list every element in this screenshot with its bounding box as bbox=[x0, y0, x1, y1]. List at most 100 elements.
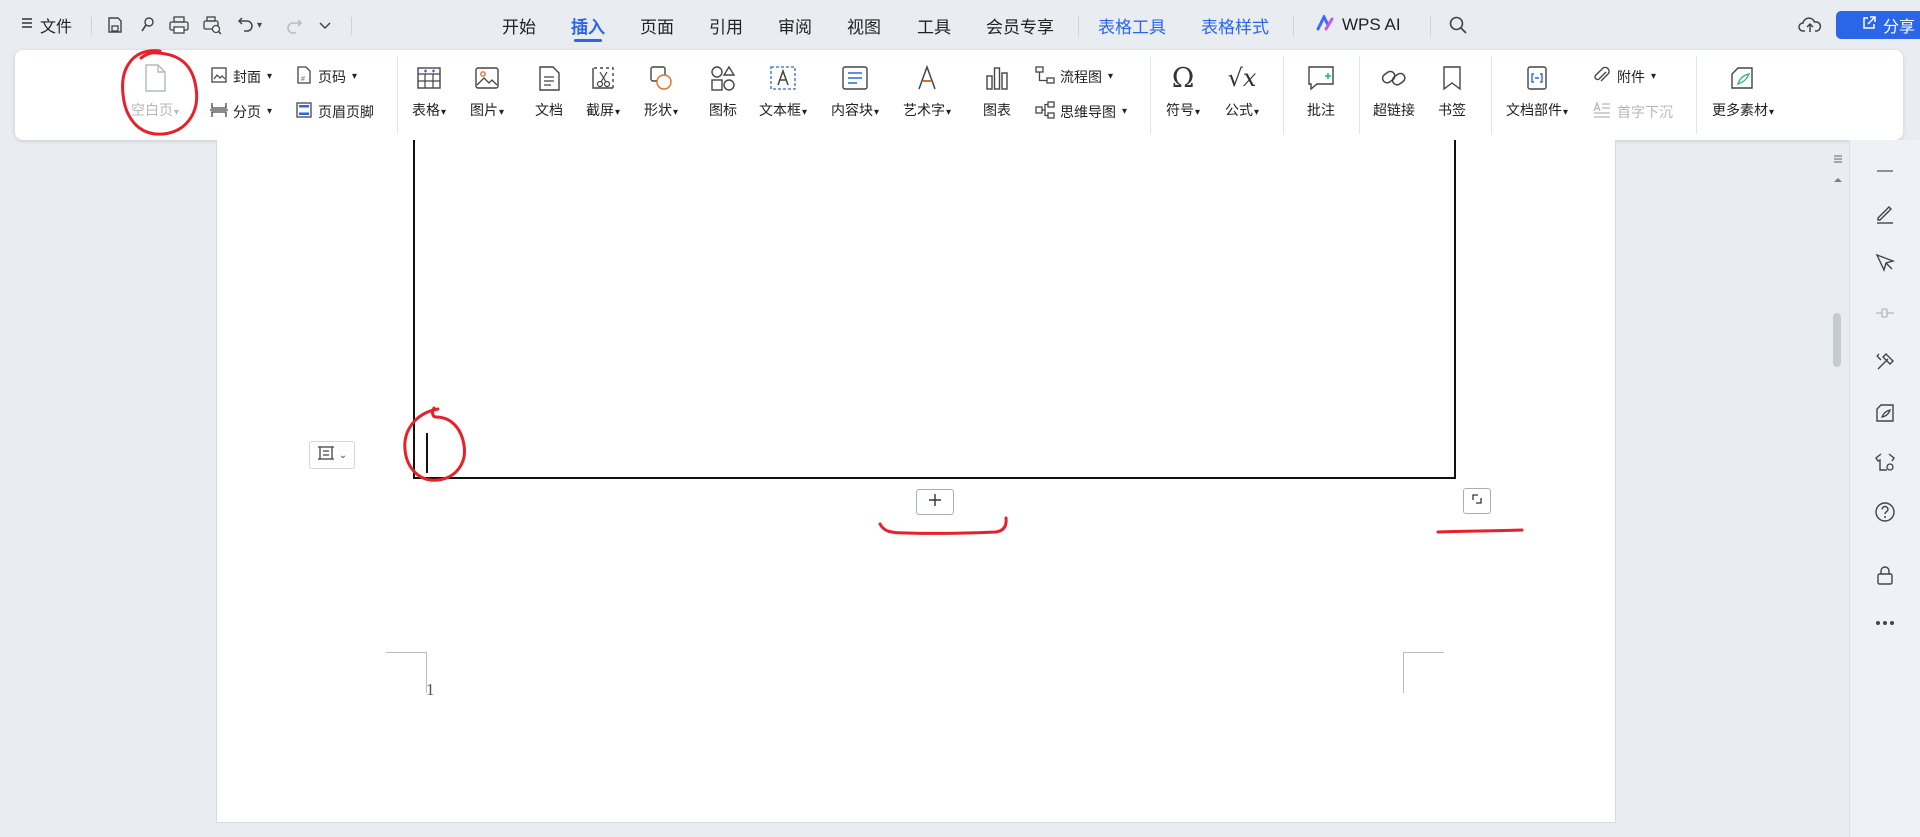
tab-view[interactable]: 视图 bbox=[847, 0, 881, 50]
flowchart-button[interactable]: 流程图 ▾ bbox=[1035, 66, 1113, 87]
screenshot-button[interactable]: 截屏▾ bbox=[586, 62, 620, 120]
bar-chart-icon bbox=[983, 62, 1011, 94]
link-icon bbox=[1379, 62, 1409, 94]
symbol-button[interactable]: Ω 符号▾ bbox=[1166, 62, 1200, 120]
format-painter-icon[interactable] bbox=[138, 0, 158, 50]
tab-review[interactable]: 审阅 bbox=[778, 0, 812, 50]
share-button[interactable]: 分享 bbox=[1836, 11, 1920, 39]
tab-insert[interactable]: 插入 bbox=[571, 0, 605, 50]
table-position-button[interactable]: ⌄ bbox=[309, 441, 355, 469]
add-row-button[interactable] bbox=[916, 489, 954, 515]
drop-cap-button: 首字下沉 bbox=[1592, 101, 1673, 122]
formula-button[interactable]: √x 公式▾ bbox=[1225, 62, 1259, 120]
ribbon-divider bbox=[1491, 56, 1492, 134]
shape-button[interactable]: 形状▾ bbox=[644, 62, 678, 120]
bookmark-button[interactable]: 书签 bbox=[1438, 62, 1466, 120]
print-preview-icon[interactable] bbox=[201, 0, 223, 50]
split-icon[interactable] bbox=[1834, 151, 1842, 163]
ribbon-divider bbox=[1150, 56, 1151, 134]
chevron-down-icon: ⌄ bbox=[338, 449, 348, 461]
table-frame[interactable] bbox=[413, 140, 1456, 479]
tools-icon[interactable] bbox=[1870, 347, 1900, 377]
tab-page[interactable]: 页面 bbox=[640, 0, 674, 50]
adjust-slider-icon bbox=[1870, 298, 1900, 328]
omega-icon: Ω bbox=[1171, 62, 1195, 94]
minimize-toolbar-icon[interactable] bbox=[1870, 156, 1900, 186]
flowchart-icon bbox=[1035, 66, 1055, 87]
hyperlink-button[interactable]: 超链接 bbox=[1373, 62, 1415, 120]
save-icon[interactable] bbox=[105, 0, 125, 50]
wps-ai-button[interactable]: WPS AI bbox=[1316, 0, 1401, 50]
crop-mark bbox=[1403, 652, 1444, 693]
wordart-icon bbox=[913, 62, 941, 94]
wordart-button[interactable]: 艺术字▾ bbox=[903, 62, 951, 120]
scissors-icon bbox=[589, 62, 617, 94]
print-icon[interactable] bbox=[168, 0, 190, 50]
header-footer-icon bbox=[295, 101, 313, 122]
wps-ai-icon bbox=[1316, 13, 1336, 36]
mindmap-button[interactable]: 思维导图 ▾ bbox=[1035, 101, 1127, 122]
undo-icon bbox=[237, 14, 255, 37]
picture-icon bbox=[473, 62, 501, 94]
search-icon[interactable] bbox=[1448, 0, 1468, 50]
divider bbox=[91, 17, 92, 35]
shirt-gear-icon[interactable] bbox=[1870, 447, 1900, 477]
file-menu-label: 文件 bbox=[40, 19, 73, 36]
share-icon bbox=[1861, 15, 1877, 36]
resize-table-button[interactable] bbox=[1463, 488, 1491, 514]
page-number-icon: # bbox=[295, 66, 313, 87]
insert-ribbon bbox=[15, 50, 1903, 140]
attachment-button[interactable]: 附件 ▾ bbox=[1592, 66, 1656, 87]
scrollbar-thumb[interactable] bbox=[1833, 313, 1841, 367]
tab-tools[interactable]: 工具 bbox=[917, 0, 951, 50]
tab-start[interactable]: 开始 bbox=[502, 0, 536, 50]
header-footer-button[interactable]: 页眉页脚 bbox=[295, 101, 374, 122]
more-options-icon[interactable] bbox=[1870, 608, 1900, 638]
help-icon[interactable] bbox=[1870, 497, 1900, 527]
page-number-button[interactable]: # 页码 ▾ bbox=[295, 66, 357, 87]
doc-parts-button[interactable]: 文档部件▾ bbox=[1506, 62, 1568, 120]
page-number: 1 bbox=[426, 680, 435, 699]
document-button[interactable]: 文档 bbox=[535, 62, 563, 120]
blank-page-icon bbox=[141, 62, 169, 94]
more-materials-button[interactable]: 更多素材▾ bbox=[1712, 62, 1774, 120]
ribbon-divider bbox=[1359, 56, 1360, 134]
drop-cap-icon bbox=[1592, 101, 1612, 122]
crop-mark bbox=[386, 652, 427, 693]
scroll-up-icon[interactable] bbox=[1834, 171, 1842, 182]
content-block-icon bbox=[840, 62, 870, 94]
tab-member[interactable]: 会员专享 bbox=[986, 0, 1054, 50]
table-layout-icon bbox=[317, 444, 335, 467]
materials-side-icon[interactable] bbox=[1870, 398, 1900, 428]
page-break-button[interactable]: 分页 ▾ bbox=[210, 101, 272, 122]
chart-button[interactable]: 图表 bbox=[983, 62, 1011, 120]
hamburger-icon bbox=[20, 15, 34, 35]
tab-references[interactable]: 引用 bbox=[709, 0, 743, 50]
divider bbox=[1430, 15, 1431, 37]
redo-icon bbox=[285, 0, 303, 50]
picture-button[interactable]: 图片▾ bbox=[470, 62, 504, 120]
title-bar: 文件 ▾ 开始 插入 页面 引用 审阅 视图 工具 会员专享 表格工具 表格样式… bbox=[0, 0, 1920, 50]
more-quick-access-icon[interactable] bbox=[318, 0, 332, 50]
ribbon-divider bbox=[1283, 56, 1284, 134]
content-block-button[interactable]: 内容块▾ bbox=[831, 62, 879, 120]
paperclip-icon bbox=[1592, 66, 1612, 87]
divider bbox=[351, 17, 352, 35]
file-menu-button[interactable]: 文件 bbox=[20, 0, 72, 50]
text-cursor bbox=[426, 433, 428, 473]
icon-button[interactable]: 图标 bbox=[709, 62, 737, 120]
ribbon-divider bbox=[1696, 56, 1697, 134]
tab-table-tools[interactable]: 表格工具 bbox=[1098, 0, 1166, 50]
table-button[interactable]: 表格▾ bbox=[412, 62, 446, 120]
select-cursor-icon[interactable] bbox=[1870, 248, 1900, 278]
cover-button[interactable]: 封面 ▾ bbox=[210, 66, 272, 87]
textbox-button[interactable]: 文本框▾ bbox=[759, 62, 807, 120]
cloud-upload-icon[interactable] bbox=[1798, 0, 1822, 50]
pen-icon[interactable] bbox=[1870, 198, 1900, 228]
undo-button[interactable]: ▾ bbox=[237, 0, 262, 50]
active-tab-indicator bbox=[574, 39, 602, 42]
lock-icon[interactable] bbox=[1870, 560, 1900, 590]
tab-table-style[interactable]: 表格样式 bbox=[1201, 0, 1269, 50]
comment-button[interactable]: 批注 bbox=[1306, 62, 1336, 120]
mindmap-icon bbox=[1035, 101, 1055, 122]
